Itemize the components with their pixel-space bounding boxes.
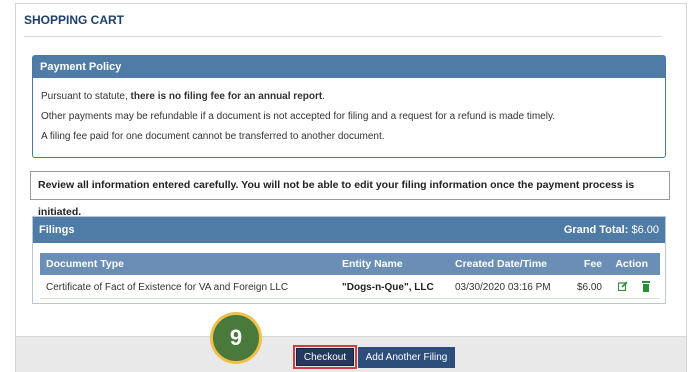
col-created: Created Date/Time: [455, 258, 548, 270]
col-action: Action: [615, 258, 648, 270]
policy-line-2: Other payments may be refundable if a do…: [41, 111, 555, 122]
title-divider: [24, 36, 662, 37]
grand-total: Grand Total: $6.00: [564, 224, 659, 236]
add-another-filing-button[interactable]: Add Another Filing: [358, 347, 455, 368]
checkout-button[interactable]: Checkout: [296, 348, 354, 366]
row-actions: [617, 281, 650, 292]
grand-total-label: Grand Total:: [563, 224, 629, 236]
row-created: 03/30/2020 03:16 PM: [455, 282, 551, 293]
step-number-badge: 9: [210, 312, 262, 364]
row-fee: $6.00: [576, 282, 602, 293]
filings-table: Document Type Entity Name Created Date/T…: [40, 253, 660, 299]
trash-icon[interactable]: [642, 281, 650, 292]
filings-title: Filings: [39, 224, 75, 236]
filings-panel: Filings Grand Total: $6.00 Document Type…: [32, 216, 666, 304]
policy-line-1: Pursuant to statute, there is no filing …: [41, 91, 325, 102]
table-row: Certificate of Fact of Existence for VA …: [40, 275, 660, 299]
col-document-type: Document Type: [46, 258, 124, 270]
payment-policy-title: Payment Policy: [33, 56, 665, 78]
page-title: SHOPPING CART: [24, 13, 125, 27]
checkout-highlight: Checkout: [293, 345, 357, 369]
filings-header: Filings Grand Total: $6.00: [33, 217, 665, 243]
payment-policy-panel: Payment Policy Pursuant to statute, ther…: [32, 55, 666, 158]
row-document-type: Certificate of Fact of Existence for VA …: [46, 282, 289, 293]
table-header: Document Type Entity Name Created Date/T…: [40, 253, 660, 275]
col-entity-name: Entity Name: [342, 258, 403, 270]
policy-line-1-bold: there is no filing fee for an annual rep…: [130, 91, 323, 102]
row-entity-name: "Dogs-n-Que", LLC: [342, 282, 434, 293]
edit-icon[interactable]: [617, 281, 628, 292]
review-warning: Review all information entered carefully…: [30, 171, 670, 218]
grand-total-value: $6.00: [631, 224, 659, 236]
policy-line-1-suffix: .: [322, 91, 325, 102]
policy-line-3: A filing fee paid for one document canno…: [41, 131, 385, 142]
col-fee: Fee: [583, 258, 602, 270]
policy-line-1-prefix: Pursuant to statute,: [41, 91, 131, 102]
